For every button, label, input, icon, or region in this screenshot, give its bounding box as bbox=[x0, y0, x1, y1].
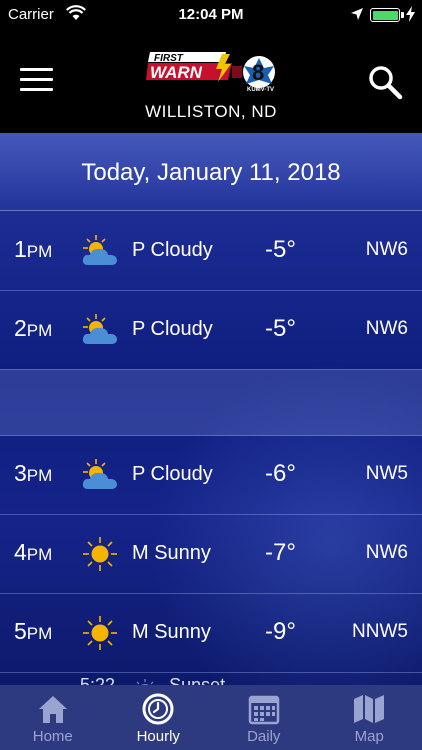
charging-bolt-icon bbox=[406, 6, 415, 22]
sunset-time: 5:22 bbox=[80, 675, 116, 685]
hourly-forecast-list[interactable]: Today, January 11, 2018 1PM P Cloudy -5°… bbox=[0, 133, 422, 685]
calendar-icon bbox=[248, 695, 279, 725]
tab-label: Daily bbox=[247, 728, 281, 745]
location-arrow-icon bbox=[351, 8, 363, 20]
forecast-wind: NW6 bbox=[365, 239, 408, 260]
forecast-temperature: -5° bbox=[265, 236, 296, 263]
ad-spacer-row bbox=[0, 369, 422, 436]
svg-text:8: 8 bbox=[252, 60, 264, 85]
tab-bar: Home Hourly Daily Map bbox=[0, 685, 422, 750]
sun-icon bbox=[83, 616, 117, 650]
sunset-label: Sunset bbox=[169, 675, 226, 685]
tab-daily[interactable]: Daily bbox=[211, 685, 317, 750]
forecast-temperature: -6° bbox=[265, 460, 296, 487]
forecast-hour: 1PM bbox=[14, 236, 53, 262]
battery-icon bbox=[370, 8, 400, 22]
map-icon bbox=[354, 695, 385, 723]
tab-hourly[interactable]: Hourly bbox=[106, 685, 212, 750]
search-icon[interactable] bbox=[367, 64, 403, 100]
partly-cloudy-icon bbox=[82, 459, 117, 489]
first-warn-8-logo: FIRST WARN 8 KUMV-TV bbox=[146, 52, 275, 93]
forecast-row: 4PM M Sunny -7° NW6 bbox=[0, 515, 422, 594]
forecast-hour: 4PM bbox=[14, 539, 53, 565]
tab-label: Home bbox=[32, 728, 73, 745]
forecast-condition: P Cloudy bbox=[132, 239, 213, 261]
partly-cloudy-icon bbox=[82, 235, 117, 265]
tab-label: Map bbox=[354, 728, 384, 745]
forecast-temperature: -9° bbox=[265, 618, 296, 645]
home-icon bbox=[38, 696, 67, 723]
forecast-temperature: -5° bbox=[265, 315, 296, 342]
partly-cloudy-icon bbox=[82, 314, 117, 344]
forecast-condition: P Cloudy bbox=[132, 463, 213, 485]
forecast-condition: M Sunny bbox=[132, 542, 211, 564]
svg-text:WARN: WARN bbox=[150, 63, 203, 82]
location-label: WILLISTON, ND bbox=[145, 102, 277, 121]
forecast-date-header: Today, January 11, 2018 bbox=[0, 133, 422, 211]
tab-home[interactable]: Home bbox=[0, 685, 106, 750]
tab-label: Hourly bbox=[136, 728, 180, 745]
tab-map[interactable]: Map bbox=[317, 685, 422, 750]
app-header: FIRST WARN 8 KUMV-TV WILLISTON, ND bbox=[0, 30, 422, 133]
svg-text:KUMV-TV: KUMV-TV bbox=[247, 87, 274, 93]
forecast-row: 5PM M Sunny -9° NNW5 bbox=[0, 594, 422, 673]
forecast-row: 2PM P Cloudy -5° NW6 bbox=[0, 291, 422, 370]
status-bar: Carrier 12:04 PM bbox=[0, 0, 422, 30]
forecast-wind: NW6 bbox=[365, 318, 408, 339]
forecast-row: 3PM P Cloudy -6° NW5 bbox=[0, 436, 422, 515]
forecast-condition: M Sunny bbox=[132, 621, 211, 643]
sun-icon bbox=[83, 537, 117, 571]
forecast-wind: NW6 bbox=[365, 542, 408, 563]
forecast-temperature: -7° bbox=[265, 539, 296, 566]
hamburger-menu-icon[interactable] bbox=[20, 68, 53, 94]
forecast-row: 1PM P Cloudy -5° NW6 bbox=[0, 212, 422, 291]
forecast-hour: 2PM bbox=[14, 315, 53, 341]
clock-icon bbox=[142, 693, 174, 725]
forecast-hour: 3PM bbox=[14, 460, 53, 486]
forecast-hour: 5PM bbox=[14, 618, 53, 644]
forecast-condition: P Cloudy bbox=[132, 318, 213, 340]
forecast-wind: NNW5 bbox=[352, 621, 408, 642]
battery-tip bbox=[401, 12, 404, 18]
forecast-wind: NW5 bbox=[365, 463, 408, 484]
sunset-row: 5:22 Sunset bbox=[80, 675, 225, 685]
